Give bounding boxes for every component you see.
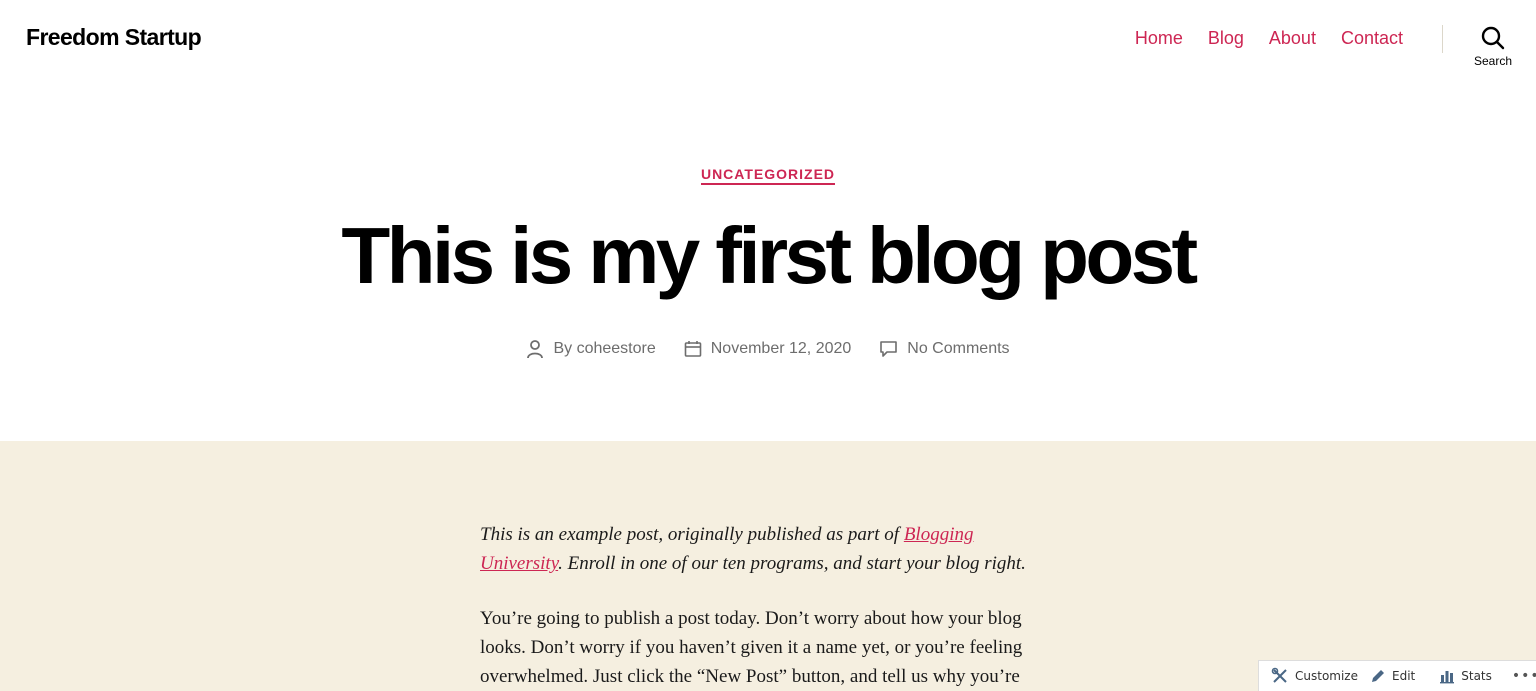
post-content-area: This is an example post, originally publ…: [0, 441, 1536, 691]
stats-label: Stats: [1461, 669, 1492, 683]
edit-button[interactable]: Edit: [1370, 668, 1415, 684]
more-icon[interactable]: •••: [1512, 668, 1536, 684]
intro-paragraph: This is an example post, originally publ…: [480, 520, 1060, 578]
nav-divider: [1442, 25, 1443, 53]
site-title[interactable]: Freedom Startup: [26, 24, 202, 51]
search-icon: [1481, 26, 1505, 50]
stats-icon: [1440, 671, 1455, 684]
stats-button[interactable]: Stats: [1439, 668, 1492, 684]
search-label: Search: [1473, 54, 1513, 68]
entry-content: This is an example post, originally publ…: [480, 520, 1060, 691]
search-toggle-button[interactable]: Search: [1466, 26, 1520, 76]
comments-link[interactable]: No Comments: [907, 340, 1009, 358]
date-link[interactable]: November 12, 2020: [711, 340, 852, 358]
post-title: This is my first blog post: [341, 211, 1198, 300]
meta-date: November 12, 2020: [684, 339, 852, 359]
primary-nav: Home Blog About Contact: [1135, 28, 1403, 49]
intro-text-before: This is an example post, originally publ…: [480, 524, 904, 545]
user-icon: [527, 340, 544, 359]
edit-label: Edit: [1392, 669, 1416, 683]
customize-label: Customize: [1295, 669, 1358, 683]
nav-item-blog[interactable]: Blog: [1208, 28, 1244, 49]
entry-header: UNCATEGORIZED This is my first blog post…: [0, 90, 1536, 441]
site-header: Freedom Startup Home Blog About Contact …: [0, 0, 1536, 90]
tools-icon: [1271, 667, 1287, 683]
action-bar: Customize Edit Stats •••: [1258, 660, 1536, 691]
author-link[interactable]: By coheestore: [553, 340, 655, 358]
entry-category: UNCATEGORIZED: [0, 166, 1536, 185]
nav-item-contact[interactable]: Contact: [1341, 28, 1403, 49]
comment-icon: [880, 341, 898, 357]
nav-item-home[interactable]: Home: [1135, 28, 1183, 49]
pencil-icon: [1372, 670, 1384, 682]
nav-item-about[interactable]: About: [1269, 28, 1316, 49]
calendar-icon: [684, 341, 702, 357]
post-meta: By coheestore November 12, 2020 No Comme…: [0, 339, 1536, 359]
meta-comments: No Comments: [879, 339, 1010, 359]
customize-button[interactable]: Customize: [1271, 667, 1358, 685]
category-link[interactable]: UNCATEGORIZED: [700, 166, 836, 185]
meta-author: By coheestore: [526, 339, 656, 359]
body-paragraph: You’re going to publish a post today. Do…: [480, 608, 1023, 687]
intro-text-after: . Enroll in one of our ten programs, and…: [558, 553, 1026, 574]
